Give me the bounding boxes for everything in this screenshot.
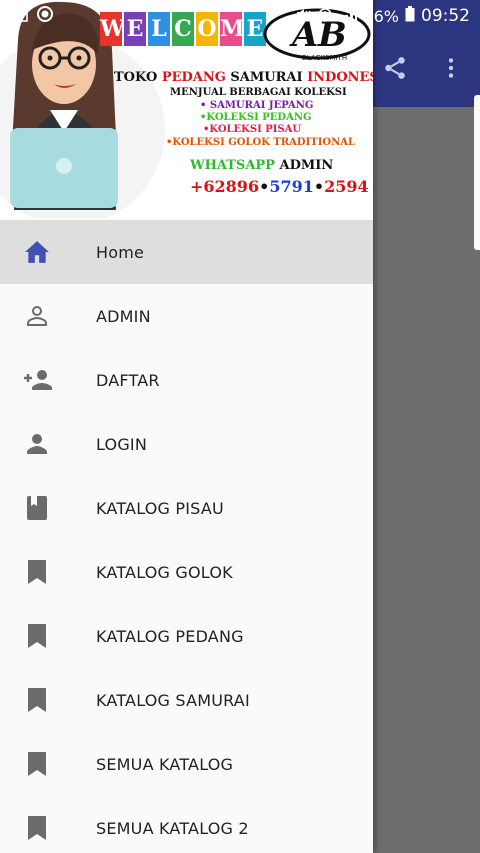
nav-item-label: Home <box>96 242 145 262</box>
whatsapp-label: WHATSAPP ADMIN <box>190 158 334 173</box>
header-title: TOKO PEDANG SAMURAI INDONESIA <box>114 70 373 85</box>
nav-item-label: KATALOG PEDANG <box>96 626 244 646</box>
mute-icon <box>295 6 312 26</box>
drawer-header-banner: W E L C O M E A B BLACKSMITH TOKO PEDANG… <box>0 0 373 218</box>
header-item: •KOLEKSI PISAU <box>203 124 302 135</box>
nav-item-label: KATALOG PISAU <box>96 498 224 518</box>
header-item: •KOLEKSI GOLOK TRADITIONAL <box>166 137 356 148</box>
nav-item-label: DAFTAR <box>96 370 160 390</box>
nav-item-katalog-pisau[interactable]: KATALOG PISAU <box>0 476 373 540</box>
person-icon <box>24 431 50 457</box>
clock: 09:52 <box>421 6 470 26</box>
nav-item-daftar[interactable]: DAFTAR <box>0 348 373 412</box>
battery-icon <box>405 6 415 26</box>
battery-percent: 76% <box>363 6 399 26</box>
nav-item-katalog-golok[interactable]: KATALOG GOLOK <box>0 540 373 604</box>
nav-item-label: KATALOG SAMURAI <box>96 690 250 710</box>
home-icon <box>24 239 50 265</box>
share-icon[interactable] <box>379 52 411 84</box>
nav-item-login[interactable]: LOGIN <box>0 412 373 476</box>
header-subtitle: MENJUAL BERBAGAI KOLEKSI <box>170 87 347 98</box>
navigation-drawer: W E L C O M E A B BLACKSMITH TOKO PEDANG… <box>0 0 373 853</box>
nav-item-label: ADMIN <box>96 306 151 326</box>
svg-text:BLACKSMITH: BLACKSMITH <box>302 54 347 62</box>
header-item: •KOLEKSI PEDANG <box>200 112 312 123</box>
nav-item-label: KATALOG GOLOK <box>96 562 233 582</box>
bookmark-icon <box>24 687 50 713</box>
nav-item-label: LOGIN <box>96 434 148 454</box>
person-add-icon <box>22 367 54 393</box>
edge-panel-handle[interactable] <box>474 95 480 250</box>
bookmark-icon <box>24 559 50 585</box>
nav-item-semua-katalog[interactable]: SEMUA KATALOG <box>0 732 373 796</box>
nav-item-katalog-samurai[interactable]: KATALOG SAMURAI <box>0 668 373 732</box>
bookmark-icon <box>24 751 50 777</box>
overflow-menu-icon[interactable] <box>435 52 467 84</box>
nav-item-label: SEMUA KATALOG <box>96 754 234 774</box>
nav-item-katalog-pedang[interactable]: KATALOG PEDANG <box>0 604 373 668</box>
nav-item-home[interactable]: Home <box>0 220 373 284</box>
nav-item-semua-katalog-2[interactable]: SEMUA KATALOG 2 <box>0 796 373 853</box>
header-item: • SAMURAI JEPANG <box>200 100 314 111</box>
nav-item-admin[interactable]: ADMIN <box>0 284 373 348</box>
alarm-icon <box>317 6 333 26</box>
mail-icon <box>10 7 28 26</box>
bookmark-icon <box>24 815 50 841</box>
drawer-menu: Home ADMIN DAFTAR LOGIN KATALOG PISAU KA… <box>0 220 373 853</box>
signal-icon <box>339 7 358 26</box>
status-bar: 76% 09:52 <box>0 0 480 32</box>
person-outline-icon <box>24 303 50 329</box>
book-icon <box>24 495 50 521</box>
bookmark-icon <box>24 623 50 649</box>
whatsapp-phone-number: +62896•5791•2594 <box>190 177 369 196</box>
record-icon <box>36 5 54 27</box>
nav-item-label: SEMUA KATALOG 2 <box>96 818 249 838</box>
